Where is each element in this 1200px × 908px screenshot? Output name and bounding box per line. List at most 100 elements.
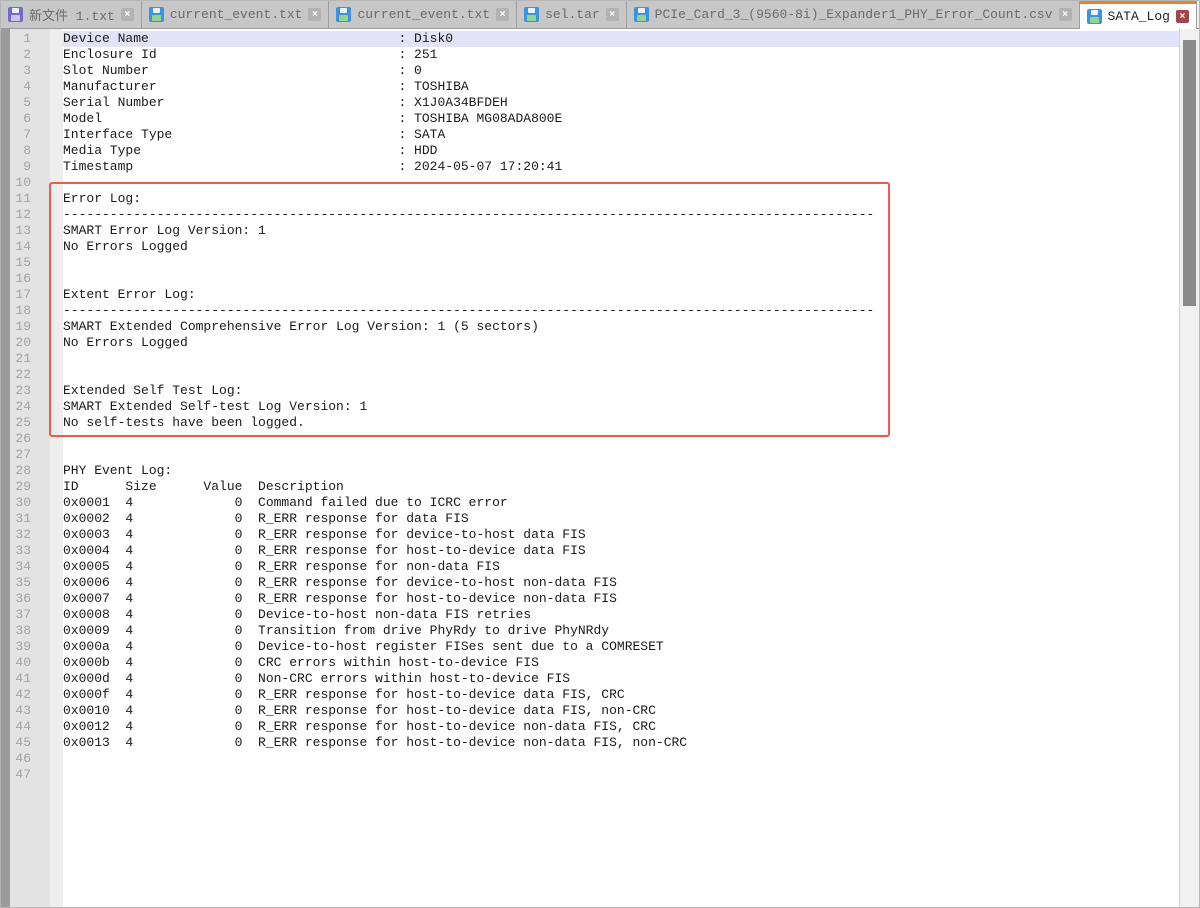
tab-current-event-txt[interactable]: current_event.txt× bbox=[142, 1, 330, 28]
tab-label: PCIe_Card_3_(9560-8i)_Expander1_PHY_Erro… bbox=[655, 7, 1053, 22]
tab-pcie-card-3-9560-8i-expander1-phy-error-count-csv[interactable]: PCIe_Card_3_(9560-8i)_Expander1_PHY_Erro… bbox=[627, 1, 1080, 28]
line-number: 41 bbox=[10, 671, 50, 687]
floppy-disk-icon bbox=[634, 7, 649, 22]
editor-line[interactable]: 0x0009 4 0 Transition from drive PhyRdy … bbox=[63, 623, 1179, 639]
tab-close-icon[interactable]: × bbox=[308, 8, 321, 21]
floppy-shutter bbox=[153, 8, 160, 13]
line-number: 47 bbox=[10, 767, 50, 783]
editor-line[interactable]: PHY Event Log: bbox=[63, 463, 1179, 479]
line-number: 30 bbox=[10, 495, 50, 511]
gutter-edge-strip bbox=[1, 29, 10, 907]
editor-line[interactable]: 0x0008 4 0 Device-to-host non-data FIS r… bbox=[63, 607, 1179, 623]
editor-line[interactable]: SMART Extended Comprehensive Error Log V… bbox=[63, 319, 1179, 335]
bookmark-margin bbox=[50, 29, 63, 907]
tab-1-txt[interactable]: 新文件 1.txt× bbox=[1, 1, 142, 28]
editor-line[interactable] bbox=[63, 175, 1179, 191]
text-content[interactable]: Device Name : Disk0Enclosure Id : 251Slo… bbox=[63, 29, 1179, 907]
editor-line[interactable]: Device Name : Disk0 bbox=[63, 31, 1179, 47]
floppy-label bbox=[339, 15, 348, 21]
editor-line[interactable]: 0x0005 4 0 R_ERR response for non-data F… bbox=[63, 559, 1179, 575]
tab-label: sel.tar bbox=[545, 7, 600, 22]
line-number: 38 bbox=[10, 623, 50, 639]
line-number: 18 bbox=[10, 303, 50, 319]
editor-line[interactable] bbox=[63, 351, 1179, 367]
editor-line[interactable]: Extended Self Test Log: bbox=[63, 383, 1179, 399]
editor-line[interactable]: 0x0013 4 0 R_ERR response for host-to-de… bbox=[63, 735, 1179, 751]
line-number-gutter[interactable]: 1234567891011121314151617181920212223242… bbox=[10, 29, 50, 907]
editor-line[interactable] bbox=[63, 431, 1179, 447]
editor-line[interactable]: 0x000f 4 0 R_ERR response for host-to-de… bbox=[63, 687, 1179, 703]
line-number: 7 bbox=[10, 127, 50, 143]
text-editor-window: 新文件 1.txt×current_event.txt×current_even… bbox=[0, 0, 1200, 908]
editor-line[interactable]: Error Log: bbox=[63, 191, 1179, 207]
floppy-label bbox=[11, 15, 20, 21]
editor-line[interactable] bbox=[63, 447, 1179, 463]
line-number: 37 bbox=[10, 607, 50, 623]
editor-line[interactable]: 0x000a 4 0 Device-to-host register FISes… bbox=[63, 639, 1179, 655]
editor-line[interactable]: 0x000d 4 0 Non-CRC errors within host-to… bbox=[63, 671, 1179, 687]
editor-line[interactable]: Slot Number : 0 bbox=[63, 63, 1179, 79]
editor-line[interactable]: 0x000b 4 0 CRC errors within host-to-dev… bbox=[63, 655, 1179, 671]
scrollbar-thumb[interactable] bbox=[1183, 40, 1196, 306]
editor-line[interactable]: 0x0006 4 0 R_ERR response for device-to-… bbox=[63, 575, 1179, 591]
editor-line[interactable]: SMART Error Log Version: 1 bbox=[63, 223, 1179, 239]
line-number: 36 bbox=[10, 591, 50, 607]
line-number: 16 bbox=[10, 271, 50, 287]
tab-label: SATA_Log bbox=[1108, 9, 1170, 24]
editor-line[interactable]: Serial Number : X1J0A34BFDEH bbox=[63, 95, 1179, 111]
editor-line[interactable] bbox=[63, 767, 1179, 783]
floppy-shutter bbox=[638, 8, 645, 13]
editor-line[interactable]: No Errors Logged bbox=[63, 335, 1179, 351]
tab-sel-tar[interactable]: sel.tar × bbox=[517, 1, 627, 28]
tab-close-icon[interactable]: × bbox=[496, 8, 509, 21]
line-number: 39 bbox=[10, 639, 50, 655]
line-number: 15 bbox=[10, 255, 50, 271]
editor-line[interactable]: Timestamp : 2024-05-07 17:20:41 bbox=[63, 159, 1179, 175]
editor-line[interactable]: SMART Extended Self-test Log Version: 1 bbox=[63, 399, 1179, 415]
editor-line[interactable]: Interface Type : SATA bbox=[63, 127, 1179, 143]
tab-current-event-txt[interactable]: current_event.txt× bbox=[329, 1, 517, 28]
editor-line[interactable]: No Errors Logged bbox=[63, 239, 1179, 255]
tab-close-icon[interactable]: × bbox=[121, 8, 134, 21]
editor-line[interactable]: 0x0004 4 0 R_ERR response for host-to-de… bbox=[63, 543, 1179, 559]
editor-line[interactable]: 0x0007 4 0 R_ERR response for host-to-de… bbox=[63, 591, 1179, 607]
line-number: 25 bbox=[10, 415, 50, 431]
editor-line[interactable]: 0x0003 4 0 R_ERR response for device-to-… bbox=[63, 527, 1179, 543]
editor-line[interactable]: Extent Error Log: bbox=[63, 287, 1179, 303]
editor-line[interactable]: Manufacturer : TOSHIBA bbox=[63, 79, 1179, 95]
editor-line[interactable]: 0x0010 4 0 R_ERR response for host-to-de… bbox=[63, 703, 1179, 719]
line-number: 26 bbox=[10, 431, 50, 447]
tab-bar: 新文件 1.txt×current_event.txt×current_even… bbox=[1, 1, 1199, 29]
line-number: 23 bbox=[10, 383, 50, 399]
editor-line[interactable]: 0x0002 4 0 R_ERR response for data FIS bbox=[63, 511, 1179, 527]
floppy-disk-icon bbox=[1087, 9, 1102, 24]
editor-line[interactable]: 0x0001 4 0 Command failed due to ICRC er… bbox=[63, 495, 1179, 511]
tab-close-icon[interactable]: × bbox=[1176, 10, 1189, 23]
line-number: 29 bbox=[10, 479, 50, 495]
line-number: 35 bbox=[10, 575, 50, 591]
line-number: 40 bbox=[10, 655, 50, 671]
editor-line[interactable]: Model : TOSHIBA MG08ADA800E bbox=[63, 111, 1179, 127]
editor-line[interactable]: Media Type : HDD bbox=[63, 143, 1179, 159]
vertical-scrollbar[interactable] bbox=[1179, 29, 1199, 907]
line-number: 9 bbox=[10, 159, 50, 175]
line-number: 24 bbox=[10, 399, 50, 415]
editor-line[interactable]: ----------------------------------------… bbox=[63, 303, 1179, 319]
floppy-shutter bbox=[1091, 10, 1098, 15]
editor-line[interactable]: No self-tests have been logged. bbox=[63, 415, 1179, 431]
floppy-label bbox=[637, 15, 646, 21]
line-number: 19 bbox=[10, 319, 50, 335]
line-number: 42 bbox=[10, 687, 50, 703]
editor-line[interactable] bbox=[63, 255, 1179, 271]
editor-line[interactable]: ----------------------------------------… bbox=[63, 207, 1179, 223]
line-number: 32 bbox=[10, 527, 50, 543]
editor-line[interactable] bbox=[63, 751, 1179, 767]
editor-line[interactable]: 0x0012 4 0 R_ERR response for host-to-de… bbox=[63, 719, 1179, 735]
tab-close-icon[interactable]: × bbox=[1059, 8, 1072, 21]
tab-sata-log[interactable]: SATA_Log × bbox=[1080, 1, 1197, 29]
editor-line[interactable]: Enclosure Id : 251 bbox=[63, 47, 1179, 63]
tab-close-icon[interactable]: × bbox=[606, 8, 619, 21]
editor-line[interactable]: ID Size Value Description bbox=[63, 479, 1179, 495]
editor-line[interactable] bbox=[63, 367, 1179, 383]
editor-line[interactable] bbox=[63, 271, 1179, 287]
